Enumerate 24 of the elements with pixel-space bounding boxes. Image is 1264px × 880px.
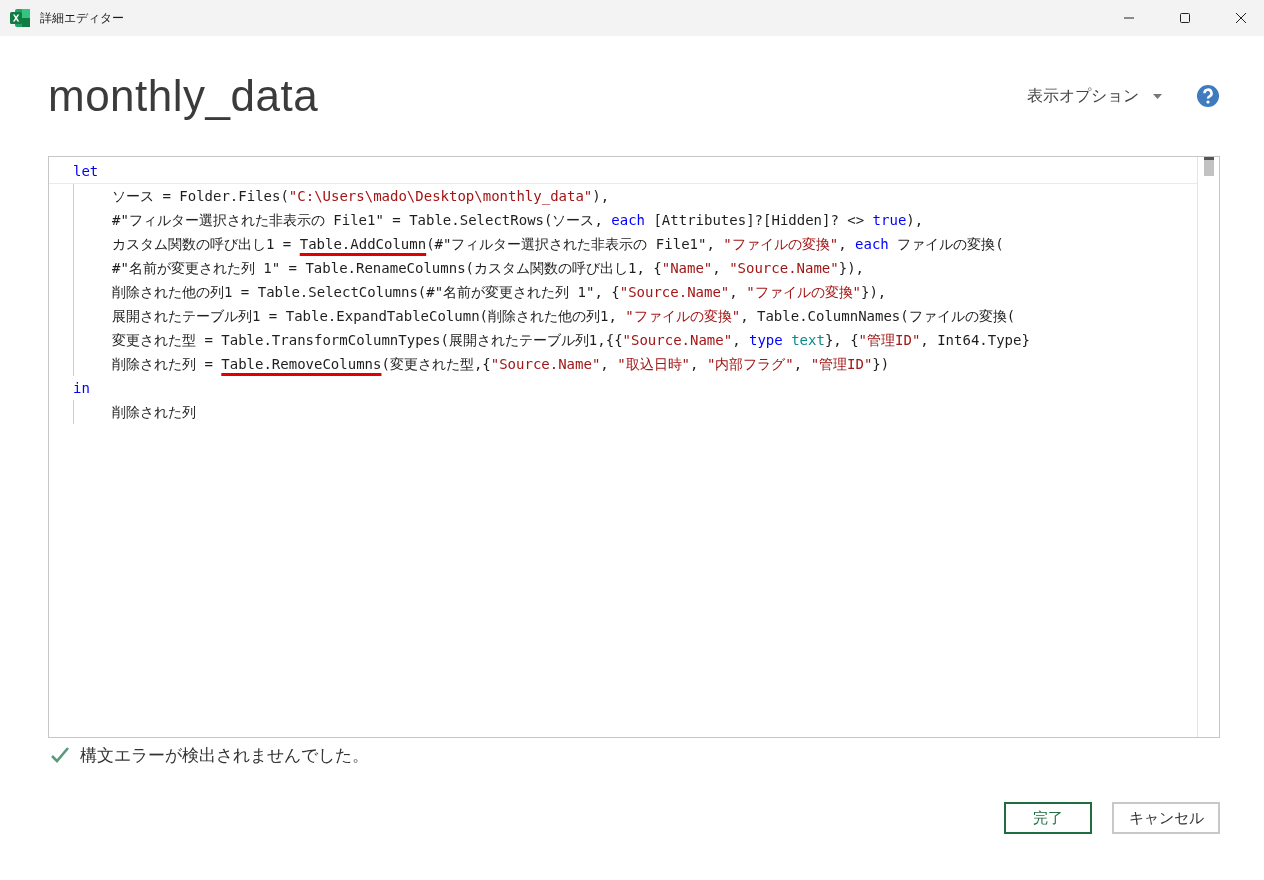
maximize-icon: [1179, 12, 1191, 24]
code-line: 削除された列 = Table.RemoveColumns(変更された型,{"Source.Name", "取込日時", "内部フラグ", "管理ID"}): [111, 355, 891, 374]
code-line: 削除された他の列1 = Table.SelectColumns(#"名前が変更された列 1", {"Source.Name", "ファイルの変換"}),: [111, 283, 888, 302]
code-keyword: let: [73, 163, 99, 179]
status-message: 構文エラーが検出されませんでした。: [80, 744, 369, 767]
code-line: 変更された型 = Table.TransformColumnTypes(展開されたテーブル列1,{{"Source.Name", type text}, {"管理ID", Int64.Type}: [111, 331, 1031, 350]
code-editor[interactable]: [48, 156, 1220, 738]
help-icon[interactable]: [1196, 84, 1220, 108]
close-icon: [1235, 12, 1247, 24]
view-options-dropdown[interactable]: 表示オプション: [1027, 85, 1162, 107]
cancel-button[interactable]: キャンセル: [1112, 802, 1220, 834]
code-line: 展開されたテーブル列1 = Table.ExpandTableColumn(削除された他の列1, "ファイルの変換", Table.ColumnNames(ファイルの変換(: [111, 307, 1017, 326]
code-line: カスタム関数の呼び出し1 = Table.AddColumn(#"フィルター選択された非表示の File1", "ファイルの変換", each ファイルの変換(: [111, 235, 1005, 254]
code-line: 削除された列: [111, 403, 197, 422]
scrollbar-thumb[interactable]: [1203, 157, 1214, 176]
query-name: monthly_data: [48, 71, 320, 121]
code-line: #"フィルター選択された非表示の File1" = Table.SelectRows(ソース, each [Attributes]?[Hidden]? <> true),: [111, 211, 925, 230]
done-button[interactable]: 完了: [1004, 802, 1092, 834]
excel-logo-icon: [10, 9, 30, 27]
code-keyword: in: [73, 380, 90, 396]
caret-icon: [1153, 93, 1162, 99]
window-title: 詳細エディター: [40, 9, 124, 27]
code-line: #"名前が変更された列 1" = Table.RenameColumns(カスタム関数の呼び出し1, {"Name", "Source.Name"}),: [111, 259, 866, 278]
code-line: ソース = Folder.Files("C:\Users\mado\Desktop\monthly_data"),: [111, 187, 611, 207]
